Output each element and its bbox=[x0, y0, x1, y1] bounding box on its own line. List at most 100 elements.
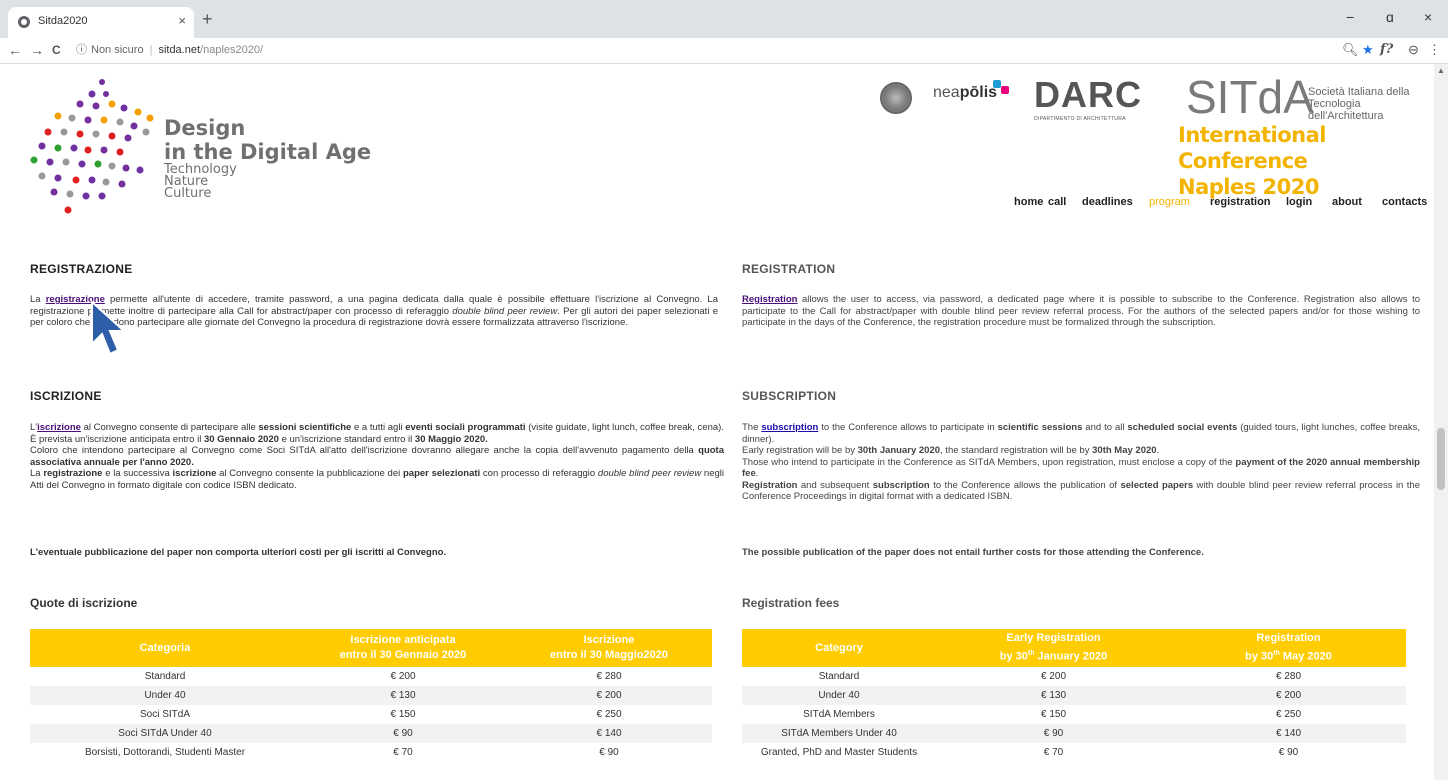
info-icon[interactable]: ⓘ bbox=[76, 44, 87, 56]
tab-title: Sitda2020 bbox=[38, 15, 88, 27]
paragraph-registration: Registration allows the user to access, … bbox=[742, 294, 1420, 328]
table-row: SITdA Members € 150 € 250 bbox=[742, 705, 1406, 724]
table-row: Soci SITdA Under 40 € 90 € 140 bbox=[30, 724, 712, 743]
cell: € 250 bbox=[596, 709, 622, 720]
cell: € 140 bbox=[1171, 724, 1406, 743]
new-tab-button[interactable]: + bbox=[202, 10, 213, 28]
main-nav: home call deadlines program registration… bbox=[0, 196, 1434, 216]
bookmark-star-icon[interactable]: ★ bbox=[1362, 41, 1374, 59]
link-registration[interactable]: Registration bbox=[742, 294, 797, 305]
nav-program[interactable]: program bbox=[1149, 196, 1190, 208]
fees-table-en: Category Early Registration by 30th Janua… bbox=[742, 629, 1406, 762]
minimize-button[interactable]: − bbox=[1346, 9, 1354, 25]
nav-registration[interactable]: registration bbox=[1210, 196, 1271, 208]
nav-home[interactable]: home bbox=[1014, 196, 1043, 208]
heading-iscrizione: ISCRIZIONE bbox=[30, 389, 102, 403]
menu-icon[interactable]: ⋮ bbox=[1428, 41, 1441, 59]
cell: € 140 bbox=[506, 724, 712, 743]
web-page: Design in the Digital Age Technology Nat… bbox=[0, 64, 1434, 780]
nav-deadlines[interactable]: deadlines bbox=[1082, 196, 1133, 208]
cell: Borsisti, Dottorandi, Studenti Master bbox=[84, 747, 246, 758]
heading-registration: REGISTRATION bbox=[742, 262, 836, 276]
cell: € 90 bbox=[599, 747, 619, 758]
nav-call[interactable]: call bbox=[1048, 196, 1066, 208]
col-registration: Registration by 30th May 2020 bbox=[1171, 629, 1406, 667]
cell: € 280 bbox=[1275, 671, 1302, 682]
diarc-subtitle: DIPARTIMENTO DI ARCHITETTURA bbox=[1034, 116, 1126, 122]
url-host: sitda.net bbox=[158, 44, 201, 56]
paragraph-iscrizione: L'iscrizione al Convegno consente di par… bbox=[30, 422, 724, 491]
col-anticipata-2: entro il 30 Gennaio 2020 bbox=[339, 649, 467, 661]
page-scrollbar[interactable]: ▲ bbox=[1434, 64, 1448, 780]
cell: Under 40 bbox=[30, 686, 300, 705]
col-registration-1: Registration bbox=[1256, 632, 1321, 645]
browser-toolbar: ← → C ⓘ Non sicuro | sitda.net/naples2020/ … bbox=[0, 38, 1448, 64]
cell: € 200 bbox=[1171, 686, 1406, 705]
logo-title-2: in the Digital Age bbox=[164, 140, 372, 164]
col-early-2c: January 2020 bbox=[1034, 650, 1108, 663]
fees-table-it: Categoria Iscrizione anticipata entro il … bbox=[30, 629, 712, 762]
globe-icon bbox=[18, 16, 30, 28]
zoom-icon[interactable]: 🔍︎ bbox=[1342, 41, 1359, 59]
extension-icon[interactable]: f? bbox=[1380, 41, 1393, 59]
col-iscrizione-1: Iscrizione bbox=[583, 634, 635, 646]
link-iscrizione[interactable]: iscrizione bbox=[37, 422, 81, 433]
col-early-1: Early Registration bbox=[1006, 632, 1101, 645]
paragraph-subscription: The subscription to the Conference allow… bbox=[742, 422, 1421, 502]
profile-icon[interactable]: ⊖ bbox=[1408, 41, 1419, 59]
cell: € 150 bbox=[1040, 709, 1067, 720]
table-row: Under 40 € 130 € 200 bbox=[742, 686, 1406, 705]
link-subscription[interactable]: subscription bbox=[761, 422, 818, 433]
neapolis-a: nea bbox=[933, 84, 960, 101]
scroll-thumb[interactable] bbox=[1437, 428, 1445, 490]
scroll-up-arrow-icon[interactable]: ▲ bbox=[1437, 66, 1445, 75]
cell: Soci SITdA Under 40 bbox=[30, 724, 300, 743]
table-row: Borsisti, Dottorandi, Studenti Master € 7… bbox=[30, 743, 712, 762]
window-close-button[interactable]: × bbox=[1424, 9, 1432, 25]
cell: Standard bbox=[818, 671, 860, 682]
cell: € 280 bbox=[596, 671, 622, 682]
address-divider: | bbox=[149, 44, 153, 56]
col-early-2a: by 30 bbox=[999, 650, 1028, 663]
tab-close-button[interactable]: × bbox=[178, 13, 186, 28]
nav-contacts[interactable]: contacts bbox=[1382, 196, 1427, 208]
cell: € 200 bbox=[1040, 671, 1067, 682]
reload-button[interactable]: C bbox=[52, 41, 61, 59]
table-row: SITdA Members Under 40 € 90 € 140 bbox=[742, 724, 1406, 743]
cell: € 70 bbox=[393, 747, 413, 758]
cell: SITdA Members bbox=[803, 709, 875, 720]
logo-title-1: Design bbox=[164, 116, 246, 140]
table-row: Under 40 € 130 € 200 bbox=[30, 686, 712, 705]
university-seal-icon bbox=[880, 82, 912, 114]
cell: € 90 bbox=[300, 724, 506, 743]
sitda-logo: SITdA bbox=[1186, 71, 1314, 123]
nav-login[interactable]: login bbox=[1286, 196, 1312, 208]
cell: € 150 bbox=[390, 709, 416, 720]
address-bar[interactable]: ⓘ Non sicuro | sitda.net/naples2020/ bbox=[76, 40, 263, 62]
heading-registrazione: REGISTRAZIONE bbox=[30, 262, 133, 276]
neapolis-dot-icon bbox=[993, 80, 1001, 88]
browser-tab[interactable]: Sitda2020 × bbox=[8, 7, 194, 38]
cell: € 90 bbox=[1278, 747, 1299, 758]
forward-button[interactable]: → bbox=[30, 41, 44, 59]
cell: Granted, PhD and Master Students bbox=[760, 747, 918, 758]
col-registration-2c: May 2020 bbox=[1279, 650, 1332, 663]
col-iscrizione: Iscrizione entro il 30 Maggio2020 bbox=[506, 629, 712, 667]
col-early: Early Registration by 30th January 2020 bbox=[936, 629, 1171, 667]
col-anticipata-1: Iscrizione anticipata bbox=[350, 634, 456, 646]
neapolis-dot-icon bbox=[1001, 86, 1009, 94]
maximize-button[interactable]: ɑ bbox=[1386, 9, 1394, 25]
sitda-description: Società Italiana della Tecnologia dell'A… bbox=[1308, 86, 1434, 122]
nav-about[interactable]: about bbox=[1332, 196, 1362, 208]
back-button[interactable]: ← bbox=[8, 41, 22, 59]
heading-subscription: SUBSCRIPTION bbox=[742, 389, 837, 403]
diarc-text: DARC bbox=[1034, 74, 1142, 115]
col-registration-2a: by 30 bbox=[1245, 650, 1274, 663]
cell: Under 40 bbox=[742, 686, 936, 705]
cell: € 200 bbox=[390, 671, 416, 682]
col-iscrizione-2: entro il 30 Maggio2020 bbox=[550, 649, 668, 661]
sitda-desc-2: Tecnologia dell'Architettura bbox=[1308, 98, 1384, 122]
cell: € 250 bbox=[1275, 709, 1302, 720]
cell: € 200 bbox=[506, 686, 712, 705]
cell: € 70 bbox=[1043, 747, 1064, 758]
